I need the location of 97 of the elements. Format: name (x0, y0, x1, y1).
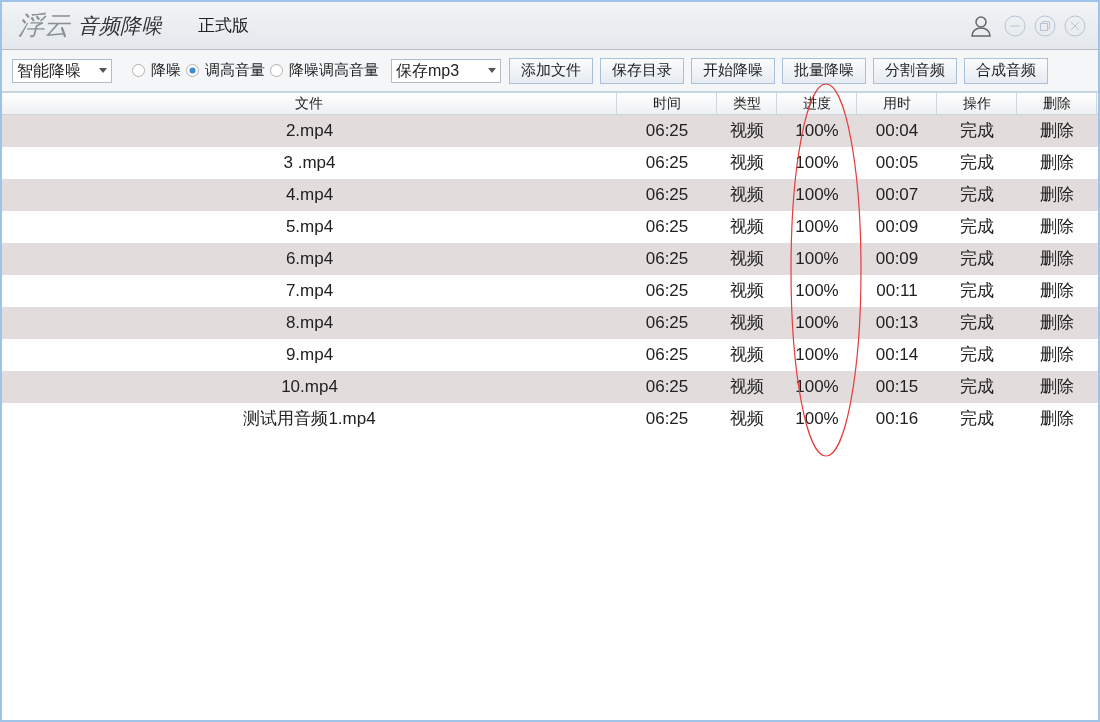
close-icon[interactable] (1064, 14, 1086, 37)
table-cell-text: 06:25 (644, 216, 690, 239)
table-cell-text: 00:15 (874, 376, 920, 399)
action-status: 完成 (959, 184, 995, 207)
table-cell-text: 06:25 (644, 120, 690, 143)
table-cell-text: 00:16 (874, 408, 920, 431)
table-cell-text: 06:25 (644, 312, 690, 335)
column-header[interactable]: 类型 (717, 93, 777, 114)
user-icon[interactable] (970, 14, 992, 37)
table-cell-text: 2.mp4 (284, 120, 335, 143)
delete-link[interactable]: 删除 (1017, 403, 1097, 435)
radio-option[interactable]: 调高音量 (186, 59, 265, 82)
table-cell-text: 视频 (729, 408, 765, 431)
table-cell-text: 视频 (729, 312, 765, 335)
radio-icon[interactable] (132, 64, 145, 77)
delete-link[interactable]: 删除 (1017, 179, 1097, 211)
delete-link[interactable]: 删除 (1017, 339, 1097, 371)
table-cell-text: 100% (794, 344, 840, 367)
toolbar-button[interactable]: 开始降噪 (691, 57, 775, 84)
table-cell-text: 视频 (729, 152, 765, 175)
delete-link[interactable]: 删除 (1017, 275, 1097, 307)
table-cell-text: 4.mp4 (284, 184, 335, 207)
table-cell-text: 00:04 (874, 120, 920, 143)
table-cell-text: 00:07 (874, 184, 920, 207)
action-status: 完成 (959, 408, 995, 431)
delete-link[interactable]: 删除 (1017, 211, 1097, 243)
action-status: 完成 (959, 120, 995, 143)
toolbar-button[interactable]: 批量降噪 (782, 57, 866, 84)
table-cell-text: 100% (794, 312, 840, 335)
delete-link[interactable]: 删除 (1017, 243, 1097, 275)
radio-option[interactable]: 降噪调高音量 (270, 59, 379, 82)
table-cell-text: 视频 (729, 184, 765, 207)
action-status: 完成 (959, 280, 995, 303)
table-cell-text: 视频 (729, 280, 765, 303)
edition-label: 正式版 (198, 14, 249, 37)
table-cell-text: 00:09 (874, 248, 920, 271)
table-cell-text: 8.mp4 (284, 312, 335, 335)
table-cell-text: 06:25 (644, 248, 690, 271)
restore-icon[interactable] (1034, 14, 1056, 37)
radio-icon[interactable] (270, 64, 283, 77)
delete-link[interactable]: 删除 (1017, 115, 1097, 147)
table-cell-text: 6.mp4 (284, 248, 335, 271)
toolbar-button[interactable]: 分割音频 (873, 57, 957, 84)
format-dropdown[interactable]: 保存mp3 (391, 58, 501, 83)
dropdown-caret-icon[interactable] (99, 68, 107, 73)
table-cell-text: 7.mp4 (284, 280, 335, 303)
table-cell-text: 00:11 (875, 280, 919, 303)
toolbar-button[interactable]: 添加文件 (509, 57, 593, 84)
app-logo: 浮云 (18, 9, 70, 42)
table-cell-text: 00:05 (874, 152, 920, 175)
mode-dropdown[interactable]: 智能降噪 (12, 58, 112, 83)
app-title: 音频降噪 (78, 12, 162, 39)
action-status: 完成 (959, 376, 995, 399)
action-status: 完成 (959, 312, 995, 335)
table-cell-text: 100% (794, 248, 840, 271)
column-header[interactable]: 删除 (1017, 93, 1097, 114)
table-cell-text: 9.mp4 (284, 344, 335, 367)
table-cell-text: 06:25 (644, 152, 690, 175)
minimize-icon[interactable] (1004, 14, 1026, 37)
table-cell-text: 视频 (729, 248, 765, 271)
table-cell-text: 00:14 (874, 344, 920, 367)
table-cell-text: 100% (794, 280, 840, 303)
toolbar-button[interactable]: 合成音频 (964, 57, 1048, 84)
dropdown-caret-icon[interactable] (488, 68, 496, 73)
table-cell-text: 06:25 (644, 184, 690, 207)
table-cell-text: 100% (794, 120, 840, 143)
action-status: 完成 (959, 248, 995, 271)
table-cell-text: 5.mp4 (284, 216, 335, 239)
table-cell-text: 视频 (729, 376, 765, 399)
column-header[interactable]: 操作 (937, 93, 1017, 114)
radio-option[interactable]: 降噪 (132, 59, 181, 82)
table-cell-text: 00:09 (874, 216, 920, 239)
action-status: 完成 (959, 344, 995, 367)
table-cell-text: 06:25 (644, 280, 690, 303)
table-cell-text: 100% (794, 376, 840, 399)
table-cell-text: 3 .mp4 (282, 152, 337, 175)
action-status: 完成 (959, 216, 995, 239)
table-cell-text: 视频 (729, 216, 765, 239)
column-header[interactable]: 文件 (2, 93, 617, 114)
table-cell-text: 视频 (729, 120, 765, 143)
column-header[interactable]: 用时 (857, 93, 937, 114)
table-cell-text: 06:25 (644, 344, 690, 367)
delete-link[interactable]: 删除 (1017, 371, 1097, 403)
table-cell-text: 10.mp4 (280, 376, 339, 399)
table-cell-text: 测试用音频1.mp4 (242, 408, 377, 431)
delete-link[interactable]: 删除 (1017, 307, 1097, 339)
table-cell-text: 100% (794, 216, 840, 239)
table-cell-text: 视频 (729, 344, 765, 367)
column-header[interactable]: 时间 (617, 93, 717, 114)
table-cell-text: 100% (794, 184, 840, 207)
table-cell-text: 00:13 (874, 312, 920, 335)
table-cell-text: 06:25 (644, 376, 690, 399)
delete-link[interactable]: 删除 (1017, 147, 1097, 179)
radio-icon[interactable] (186, 64, 199, 77)
action-status: 完成 (959, 152, 995, 175)
toolbar-button[interactable]: 保存目录 (600, 57, 684, 84)
table-cell-text: 06:25 (644, 408, 690, 431)
